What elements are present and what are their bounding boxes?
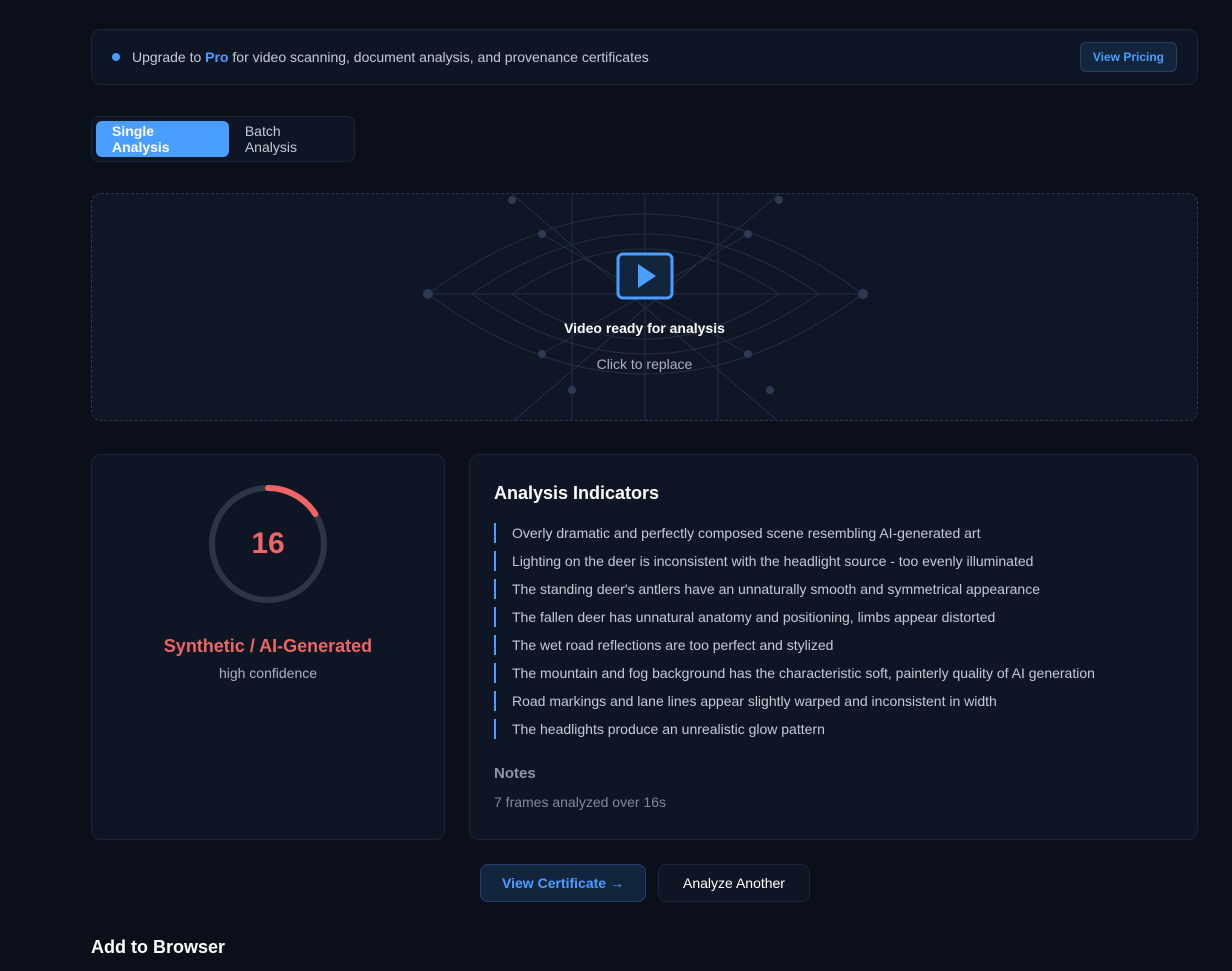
view-certificate-button[interactable]: View Certificate → <box>480 864 646 902</box>
indicators-title: Analysis Indicators <box>494 483 660 503</box>
indicator-item: The wet road reflections are too perfect… <box>494 635 1173 655</box>
notes-text: 7 frames analyzed over 16s <box>494 794 666 810</box>
score-card: 16 Synthetic / AI-Generated high confide… <box>91 454 445 840</box>
analyze-another-button[interactable]: Analyze Another <box>658 864 810 902</box>
indicators-list: Overly dramatic and perfectly composed s… <box>494 523 1173 739</box>
tab-single-analysis[interactable]: Single Analysis <box>96 121 229 157</box>
upgrade-suffix: for video scanning, document analysis, a… <box>228 49 649 65</box>
upgrade-prefix: Upgrade to <box>132 49 206 65</box>
score-value: 16 <box>251 527 285 560</box>
analysis-mode-tabs: Single Analysis Batch Analysis <box>91 116 355 162</box>
verdict-label: Synthetic / AI-Generated <box>163 636 373 656</box>
upload-status: Video ready for analysis <box>564 320 725 336</box>
add-to-browser-heading: Add to Browser <box>91 937 226 957</box>
upload-hint: Click to replace <box>596 356 693 372</box>
indicator-item: The mountain and fog background has the … <box>494 663 1173 683</box>
tab-batch-analysis[interactable]: Batch Analysis <box>229 121 350 157</box>
video-play-icon <box>616 252 673 300</box>
pro-label: Pro <box>205 49 229 65</box>
indicator-item: Road markings and lane lines appear slig… <box>494 691 1173 711</box>
confidence-label: high confidence <box>218 665 318 681</box>
notes-title: Notes <box>494 765 536 782</box>
analysis-indicators-card: Analysis Indicators Overly dramatic and … <box>469 454 1198 840</box>
indicator-item: The standing deer's antlers have an unna… <box>494 579 1173 599</box>
indicator-item: Lighting on the deer is inconsistent wit… <box>494 551 1173 571</box>
indicator-item: The headlights produce an unrealistic gl… <box>494 719 1173 739</box>
video-upload-zone[interactable]: Video ready for analysis Click to replac… <box>91 193 1198 421</box>
view-pricing-button[interactable]: View Pricing <box>1079 42 1177 72</box>
upgrade-message: Upgrade to Pro for video scanning, docum… <box>132 49 649 65</box>
bullet-dot-icon <box>112 53 120 61</box>
background-pattern-icon <box>423 194 868 420</box>
indicator-item: Overly dramatic and perfectly composed s… <box>494 523 1173 543</box>
upgrade-banner: Upgrade to Pro for video scanning, docum… <box>91 29 1198 85</box>
page: Upgrade to Pro for video scanning, docum… <box>0 0 1232 971</box>
score-gauge: 16 <box>206 482 330 606</box>
indicator-item: The fallen deer has unnatural anatomy an… <box>494 607 1173 627</box>
